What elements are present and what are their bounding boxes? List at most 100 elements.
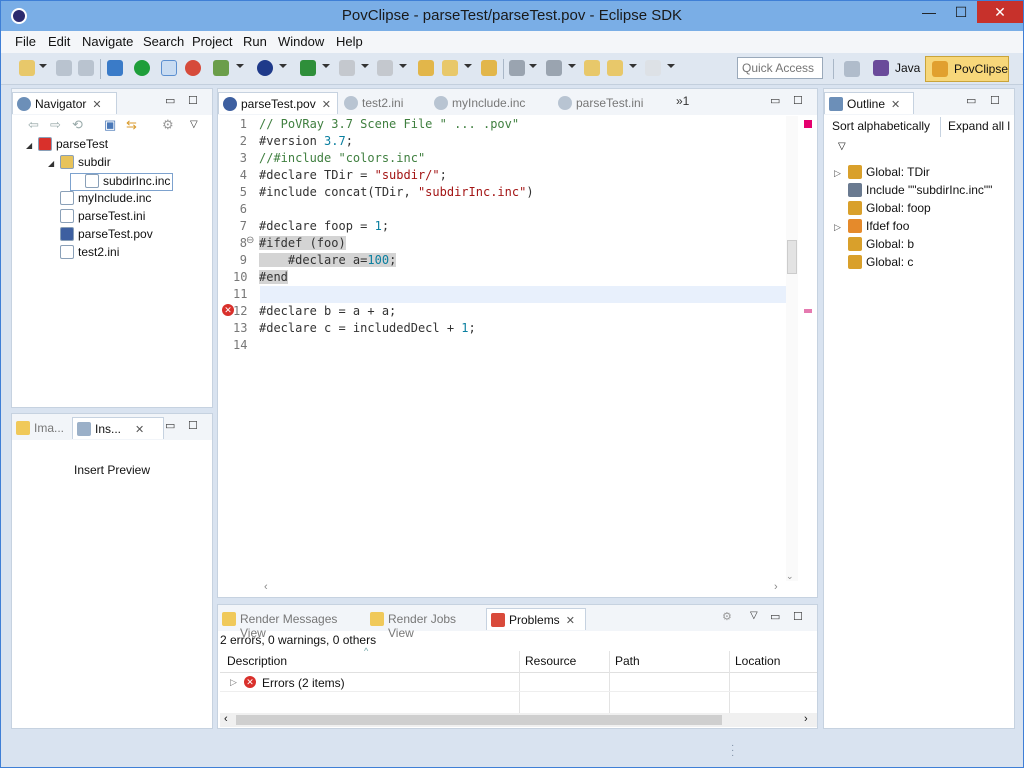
close-icon[interactable]: ✕ — [566, 615, 575, 627]
outline-item[interactable]: Include ""subdirInc.inc"" — [834, 183, 992, 201]
quick-access-input[interactable] — [737, 57, 823, 79]
tree-item[interactable]: ◢ subdir — [48, 155, 111, 173]
monitor-icon[interactable] — [107, 60, 123, 76]
scroll-left-icon[interactable]: ‹ — [264, 581, 268, 593]
code-line[interactable]: #ifdef (foo) — [259, 235, 346, 252]
render-dropdown-icon[interactable] — [279, 64, 287, 68]
fold-icon[interactable]: ⊖ — [246, 235, 254, 246]
back-icon[interactable]: ⇦ — [28, 117, 39, 133]
scroll-left-icon[interactable]: ‹ — [224, 713, 228, 725]
code-line[interactable]: #include concat(TDir, "subdirInc.inc") — [259, 184, 534, 201]
build-icon[interactable] — [213, 60, 229, 76]
new-dropdown-icon[interactable] — [39, 64, 47, 68]
tree-item[interactable]: parseTest.pov — [48, 227, 153, 245]
maximize-view-icon[interactable]: ☐ — [793, 94, 803, 107]
close-icon[interactable]: ✕ — [135, 424, 144, 436]
tab-test2-ini[interactable]: test2.ini — [340, 92, 430, 114]
tab-parsetest-ini[interactable]: parseTest.ini — [554, 92, 664, 114]
next-annotation-dropdown-icon[interactable] — [529, 64, 537, 68]
back-dropdown-icon[interactable] — [629, 64, 637, 68]
code-line[interactable]: #end — [259, 269, 288, 286]
code-line[interactable]: // PoVRay 3.7 Scene File " ... .pov" — [259, 116, 519, 133]
code-line[interactable]: #declare b = a + a; — [259, 303, 396, 320]
menu-help[interactable]: Help — [336, 34, 363, 49]
open-task-icon[interactable] — [481, 60, 497, 76]
tab-parsetest-pov[interactable]: parseTest.pov ✕ — [218, 92, 338, 114]
outline-item[interactable]: ▷ Ifdef foo — [834, 219, 909, 237]
vertical-scrollbar[interactable]: ⌄ — [786, 116, 798, 581]
tab-overflow-button[interactable]: »1 — [676, 94, 689, 108]
column-location[interactable]: Location — [729, 653, 786, 673]
stop-icon[interactable] — [339, 60, 355, 76]
sort-alphabetically-button[interactable]: Sort alphabetically — [832, 119, 930, 133]
tree-expander-icon[interactable]: ◢ — [26, 141, 38, 150]
expand-all-button[interactable]: Expand all l — [948, 119, 1014, 133]
perspective-povclipse[interactable]: PovClipse — [925, 56, 1009, 82]
build-dropdown-icon[interactable] — [236, 64, 244, 68]
outline-expander-icon[interactable]: ▷ — [834, 222, 848, 233]
run-dropdown-icon[interactable] — [322, 64, 330, 68]
menu-window[interactable]: Window — [278, 34, 324, 49]
outline-expander-icon[interactable]: ▷ — [834, 168, 848, 179]
outline-item[interactable]: Global: b — [834, 237, 914, 255]
tab-render-jobs[interactable]: Render Jobs View — [366, 608, 486, 640]
maximize-button[interactable]: ☐ — [945, 1, 977, 23]
tab-myinclude-inc[interactable]: myInclude.inc — [430, 92, 550, 114]
expand-errors-icon[interactable]: ▷ — [230, 677, 237, 688]
menu-navigate[interactable]: Navigate — [82, 34, 133, 49]
title-bar[interactable]: PovClipse - parseTest/parseTest.pov - Ec… — [1, 1, 1023, 31]
new-icon[interactable] — [19, 60, 35, 76]
tree-item[interactable]: myInclude.inc — [48, 191, 151, 209]
error-overview-marker-icon[interactable] — [804, 309, 812, 313]
tab-outline[interactable]: Outline ✕ — [824, 92, 914, 114]
run-icon[interactable] — [300, 60, 316, 76]
toggle-mark-icon[interactable] — [161, 60, 177, 76]
tree-expander-icon[interactable]: ◢ — [48, 159, 60, 168]
close-icon[interactable]: ✕ — [891, 99, 900, 111]
last-edit-icon[interactable] — [584, 60, 600, 76]
menu-search[interactable]: Search — [143, 34, 184, 49]
outline-item[interactable]: Global: foop — [834, 201, 931, 219]
scrollbar-thumb[interactable] — [787, 240, 797, 274]
outline-menu-icon[interactable]: ▽ — [838, 141, 846, 152]
errors-row-label[interactable]: Errors (2 items) — [262, 676, 345, 690]
menu-run[interactable]: Run — [243, 34, 267, 49]
filter-icon[interactable]: ⚙ — [722, 610, 732, 623]
tree-item[interactable]: test2.ini — [48, 245, 119, 263]
collapse-all-icon[interactable]: ▣ — [104, 117, 116, 133]
view-menu-icon[interactable]: ▽ — [190, 119, 198, 130]
debug-icon[interactable] — [377, 60, 393, 76]
pencil-dropdown-icon[interactable] — [464, 64, 472, 68]
sync-icon[interactable] — [185, 60, 201, 76]
next-annotation-icon[interactable] — [509, 60, 525, 76]
menu-edit[interactable]: Edit — [48, 34, 70, 49]
code-line[interactable]: #declare c = includedDecl + 1; — [259, 320, 476, 337]
scroll-right-icon[interactable]: › — [774, 581, 778, 593]
minimize-view-icon[interactable]: ▭ — [770, 94, 780, 107]
column-path[interactable]: Path — [609, 653, 646, 673]
scrollbar-thumb[interactable] — [236, 715, 722, 725]
debug-dropdown-icon[interactable] — [399, 64, 407, 68]
open-perspective-icon[interactable] — [844, 61, 860, 77]
filter-icon[interactable]: ⚙ — [162, 117, 174, 133]
menu-project[interactable]: Project — [192, 34, 232, 49]
error-overview-marker-icon[interactable] — [804, 120, 812, 128]
minimize-view-icon[interactable]: ▭ — [165, 94, 175, 107]
forward-icon[interactable] — [645, 60, 661, 76]
minimize-button[interactable]: — — [913, 1, 945, 23]
prev-annotation-dropdown-icon[interactable] — [568, 64, 576, 68]
tree-item[interactable]: ◢ parseTest — [26, 137, 108, 155]
tab-render-messages[interactable]: Render Messages View — [218, 608, 364, 640]
power-icon[interactable] — [134, 60, 150, 76]
stop-dropdown-icon[interactable] — [361, 64, 369, 68]
tab-problems[interactable]: Problems ✕ — [486, 608, 586, 630]
render-icon[interactable] — [257, 60, 273, 76]
code-line[interactable]: #version 3.7; — [259, 133, 353, 150]
minimize-view-icon[interactable]: ▭ — [966, 94, 976, 107]
column-resource[interactable]: Resource — [519, 653, 582, 673]
maximize-view-icon[interactable]: ☐ — [990, 94, 1000, 107]
minimize-view-icon[interactable]: ▭ — [770, 610, 780, 623]
scroll-right-icon[interactable]: › — [804, 713, 808, 725]
tree-item[interactable]: parseTest.ini — [48, 209, 145, 227]
perspective-java[interactable]: Java — [867, 56, 926, 82]
